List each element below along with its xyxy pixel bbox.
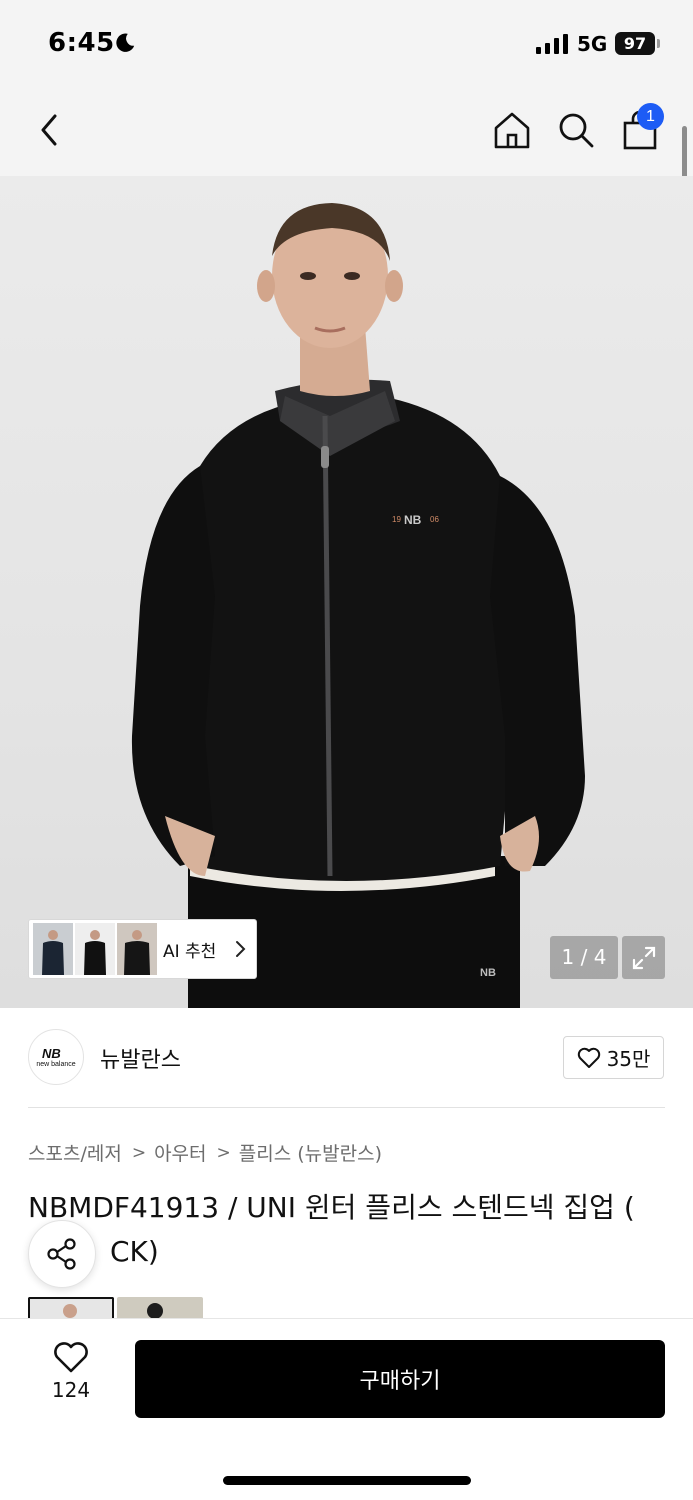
svg-text:06: 06 — [430, 515, 439, 524]
model-photo: 19 NB 06 NB — [131, 203, 585, 1008]
chevron-right-icon — [236, 941, 246, 957]
product-image[interactable]: 19 NB 06 NB — [0, 176, 693, 1008]
ai-thumb-3 — [117, 923, 157, 975]
svg-text:NB: NB — [42, 1046, 61, 1060]
ai-recommend-label: AI 추천 — [163, 941, 217, 962]
breadcrumb-item[interactable]: 아우터 — [154, 1139, 206, 1166]
share-button[interactable] — [28, 1220, 96, 1288]
image-pager: 1 / 4 — [550, 936, 618, 979]
home-icon — [494, 112, 530, 149]
wishlist-count: 124 — [51, 1378, 91, 1402]
breadcrumb-item[interactable]: 플리스 (뉴발란스) — [239, 1139, 382, 1166]
breadcrumb-item[interactable]: 스포츠/레저 — [28, 1139, 122, 1166]
share-icon — [47, 1238, 76, 1270]
chevron-right-icon: > — [131, 1142, 147, 1163]
svg-text:NB: NB — [404, 513, 422, 527]
status-time: 6:45 — [48, 28, 115, 58]
battery-indicator: 97 — [615, 32, 655, 55]
network-label: 5G — [577, 32, 608, 56]
heart-outline-icon — [577, 1047, 600, 1068]
product-title-line2: CK) — [110, 1235, 159, 1268]
expand-image-button[interactable] — [622, 936, 665, 979]
ai-recommend-card[interactable]: AI 추천 — [28, 919, 257, 979]
breadcrumb: 스포츠/레저 > 아우터 > 플리스 (뉴발란스) — [28, 1139, 382, 1166]
divider — [28, 1107, 665, 1108]
ai-thumb-1 — [33, 923, 73, 975]
signal-icon — [536, 34, 568, 54]
brand-like-count: 35만 — [606, 1047, 651, 1071]
top-nav — [0, 88, 693, 176]
search-button[interactable] — [554, 108, 598, 152]
wishlist-button[interactable]: 124 — [36, 1342, 106, 1412]
back-arrow-icon — [41, 114, 57, 146]
cart-count-badge: 1 — [637, 103, 664, 130]
brand-name[interactable]: 뉴발란스 — [100, 1042, 181, 1074]
ai-thumb-2 — [75, 923, 115, 975]
back-button[interactable] — [28, 108, 72, 152]
home-indicator[interactable] — [223, 1476, 471, 1485]
brand-like-button[interactable]: 35만 — [563, 1036, 664, 1079]
color-swatch-alt[interactable] — [117, 1297, 203, 1319]
chest-logo-mark: 19 — [392, 515, 401, 524]
nb-logo-icon: NB — [42, 1046, 61, 1060]
home-button[interactable] — [490, 108, 534, 152]
product-title: NBMDF41913 / UNI 윈터 플리스 스텐드넥 집업 ( — [28, 1191, 635, 1224]
chevron-right-icon: > — [216, 1142, 231, 1163]
brand-logo-text: new balance — [36, 1061, 76, 1068]
moon-icon — [116, 33, 135, 52]
heart-icon — [54, 1342, 88, 1373]
search-icon — [559, 113, 594, 148]
status-bar: 6:45 5G 97 — [0, 0, 693, 88]
brand-logo[interactable]: NB new balance — [28, 1029, 84, 1085]
svg-text:NB: NB — [480, 967, 496, 979]
buy-button[interactable]: 구매하기 — [135, 1340, 665, 1418]
battery-tip — [657, 39, 660, 48]
color-swatch-black[interactable] — [28, 1297, 114, 1319]
expand-icon — [632, 946, 655, 969]
